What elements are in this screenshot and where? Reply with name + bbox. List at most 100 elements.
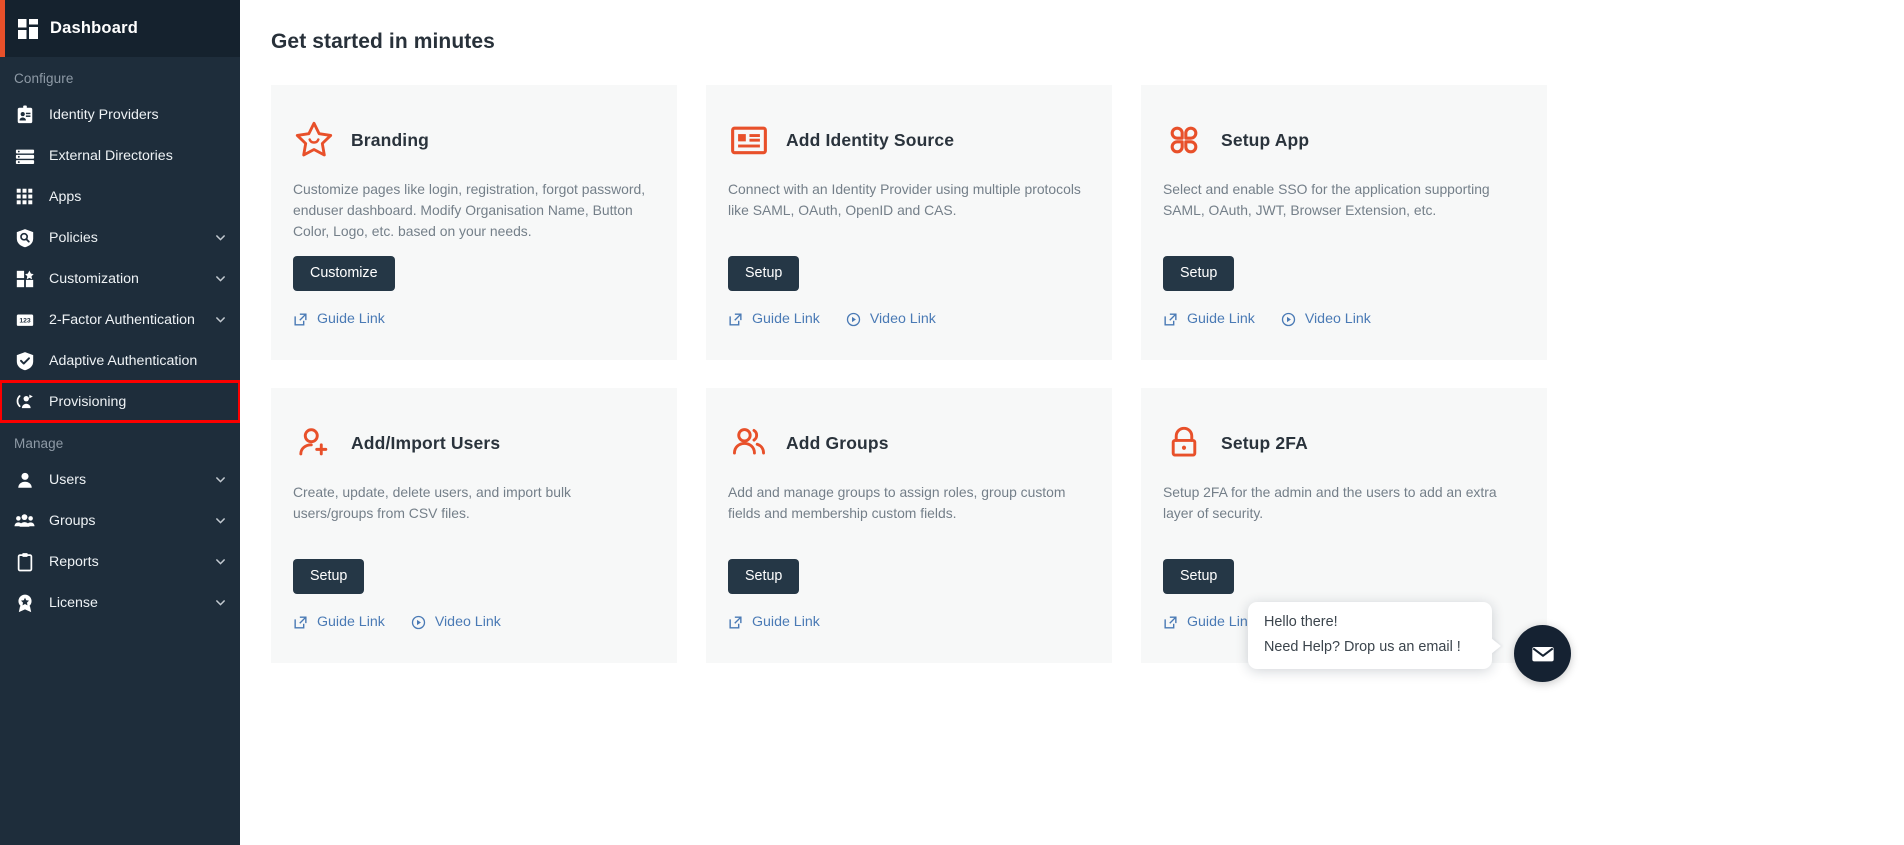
star-smile-icon (293, 119, 335, 161)
user-icon (14, 469, 35, 490)
sidebar-item-label: Customization (49, 270, 139, 287)
chat-email-button[interactable] (1514, 625, 1571, 682)
video-link[interactable]: Video Link (1281, 311, 1371, 327)
group-people-icon (728, 422, 770, 464)
sidebar-section-configure-label: Configure (14, 71, 74, 86)
shield-check-icon (14, 350, 35, 371)
sidebar-item-policies[interactable]: Policies (0, 217, 240, 258)
users-icon (14, 510, 35, 531)
sidebar-header[interactable]: Dashboard (0, 0, 240, 57)
card-links: Guide Link Video Link (728, 311, 1090, 327)
link-label: Guide Link (752, 614, 820, 630)
chevron-down-icon[interactable] (215, 474, 226, 485)
card-description: Connect with an Identity Provider using … (728, 181, 1081, 218)
chat-tooltip[interactable]: Hello there! Need Help? Drop us an email… (1248, 602, 1492, 669)
setup-button[interactable]: Setup (293, 559, 365, 594)
svg-text:123: 123 (19, 317, 31, 324)
chevron-down-icon[interactable] (215, 314, 226, 325)
sidebar-item-adaptive-authentication[interactable]: Adaptive Authentication (0, 340, 240, 381)
external-link-icon (1164, 615, 1177, 629)
guide-link[interactable]: Guide Link (293, 614, 385, 630)
grid-dots-icon (14, 186, 35, 207)
setup-button[interactable]: Setup (728, 256, 800, 291)
card-title: Add Groups (786, 432, 889, 453)
card-branding: Branding Customize pages like login, reg… (271, 85, 677, 360)
video-link[interactable]: Video Link (411, 614, 501, 630)
setup-button[interactable]: Setup (1163, 559, 1235, 594)
sidebar-section-manage-label: Manage (14, 436, 64, 451)
getting-started-card-grid: Branding Customize pages like login, reg… (271, 85, 1904, 663)
card-setup-app: Setup App Select and enable SSO for the … (1141, 85, 1547, 360)
chevron-down-icon[interactable] (215, 515, 226, 526)
sidebar-item-label: Groups (49, 512, 96, 529)
sidebar-item-label: External Directories (49, 147, 173, 164)
link-label: Video Link (434, 614, 501, 630)
card-links: Guide Link (728, 614, 1090, 630)
card-add-groups: Add Groups Add and manage groups to assi… (706, 388, 1112, 663)
main-content: Get started in minutes Branding Customiz… (240, 0, 1904, 845)
sidebar-item-label: Reports (49, 553, 99, 570)
user-plus-icon (293, 422, 335, 464)
card-title: Setup App (1221, 129, 1310, 150)
setup-button[interactable]: Setup (1163, 256, 1235, 291)
card-description: Select and enable SSO for the applicatio… (1163, 181, 1490, 218)
link-label: Guide Link (317, 311, 385, 327)
chevron-down-icon[interactable] (215, 273, 226, 284)
link-label: Guide Link (1187, 614, 1255, 630)
sidebar-item-users[interactable]: Users (0, 459, 240, 500)
provisioning-icon (14, 391, 35, 412)
card-links: Guide Link Video Link (293, 614, 655, 630)
link-label: Guide Link (317, 614, 385, 630)
sidebar-item-customization[interactable]: Customization (0, 258, 240, 299)
customize-button[interactable]: Customize (293, 256, 395, 291)
card-links: Guide Link (293, 311, 655, 327)
app-root: Dashboard Configure Identity Providers E… (0, 0, 1904, 845)
sidebar-item-provisioning[interactable]: Provisioning (0, 380, 240, 423)
play-circle-icon (411, 615, 425, 629)
chevron-down-icon[interactable] (215, 597, 226, 608)
guide-link[interactable]: Guide Link (1163, 614, 1255, 630)
sidebar-item-identity-providers[interactable]: Identity Providers (0, 94, 240, 135)
id-card-icon (728, 119, 770, 161)
badge-star-icon (14, 592, 35, 613)
sidebar-item-label: Adaptive Authentication (49, 352, 198, 369)
link-label: Guide Link (1187, 311, 1255, 327)
chat-greeting: Hello there! (1264, 614, 1338, 630)
guide-link[interactable]: Guide Link (293, 311, 385, 327)
link-label: Guide Link (752, 311, 820, 327)
external-link-icon (294, 615, 307, 629)
padlock-icon (1163, 422, 1205, 464)
chevron-down-icon[interactable] (215, 232, 226, 243)
external-link-icon (1164, 312, 1177, 326)
card-header: Add Groups (728, 420, 1090, 466)
id-badge-icon (14, 104, 35, 125)
sidebar-item-license[interactable]: License (0, 582, 240, 623)
sidebar-item-label: Identity Providers (49, 106, 159, 123)
clover-apps-icon (1163, 119, 1205, 161)
sidebar-item-label: License (49, 594, 98, 611)
card-header: Setup App (1163, 117, 1525, 163)
sidebar-item-label: Provisioning (49, 393, 127, 410)
sidebar-item-2-factor-authentication[interactable]: 123 2-Factor Authentication (0, 299, 240, 340)
sidebar-item-reports[interactable]: Reports (0, 541, 240, 582)
link-label: Video Link (1304, 311, 1371, 327)
sidebar-item-external-directories[interactable]: External Directories (0, 135, 240, 176)
video-link[interactable]: Video Link (846, 311, 936, 327)
sidebar-item-apps[interactable]: Apps (0, 176, 240, 217)
card-links: Guide Link Video Link (1163, 311, 1525, 327)
sidebar-title: Dashboard (50, 19, 138, 37)
external-link-icon (729, 312, 742, 326)
guide-link[interactable]: Guide Link (728, 311, 820, 327)
external-link-icon (294, 312, 307, 326)
card-header: Add Identity Source (728, 117, 1090, 163)
link-label: Video Link (869, 311, 936, 327)
setup-button[interactable]: Setup (728, 559, 800, 594)
guide-link[interactable]: Guide Link (1163, 311, 1255, 327)
sidebar-item-label: 2-Factor Authentication (49, 311, 195, 328)
clipboard-icon (14, 551, 35, 572)
envelope-icon (1531, 646, 1554, 661)
scrollbar-track[interactable] (1896, 0, 1904, 845)
chevron-down-icon[interactable] (215, 556, 226, 567)
guide-link[interactable]: Guide Link (728, 614, 820, 630)
sidebar-item-groups[interactable]: Groups (0, 500, 240, 541)
